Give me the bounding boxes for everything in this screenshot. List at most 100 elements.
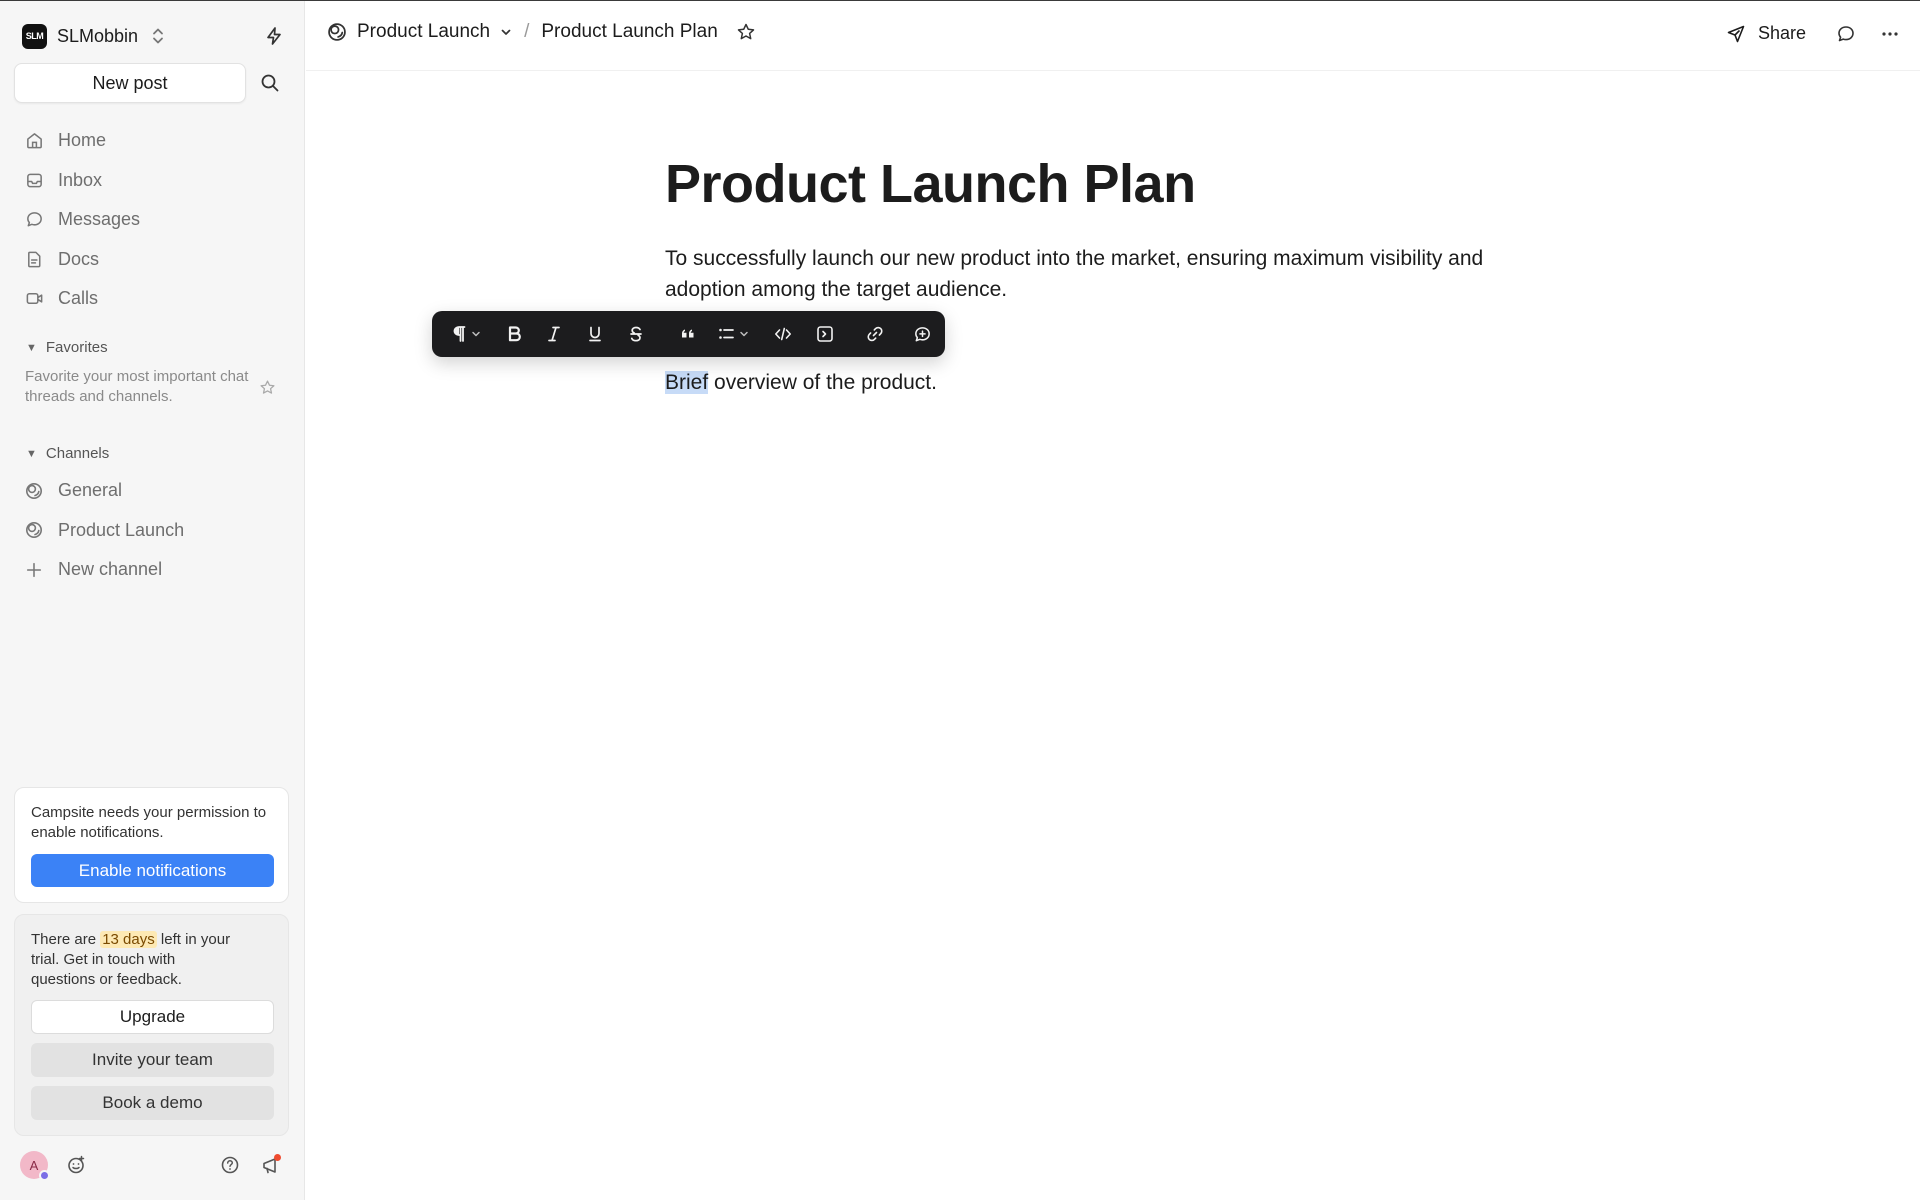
strikethrough-button[interactable] bbox=[616, 311, 656, 357]
code-block-icon bbox=[816, 325, 834, 343]
document-paragraph-selected[interactable]: Brief overview of the product. bbox=[665, 367, 937, 398]
nav-item-docs[interactable]: Docs bbox=[24, 240, 286, 280]
star-icon bbox=[259, 379, 276, 396]
caret-down-icon: ▼ bbox=[26, 341, 37, 354]
lightning-icon[interactable] bbox=[264, 26, 284, 46]
nav-item-messages[interactable]: Messages bbox=[24, 200, 286, 240]
link-button[interactable] bbox=[851, 311, 899, 357]
add-comment-button[interactable] bbox=[899, 311, 945, 357]
book-demo-button[interactable]: Book a demo bbox=[31, 1086, 274, 1120]
message-icon bbox=[24, 210, 44, 230]
top-bar: Product Launch / Product Launch Plan Sha… bbox=[306, 1, 1920, 71]
new-post-row: New post bbox=[14, 63, 284, 103]
caret-down-icon: ▼ bbox=[26, 447, 37, 460]
favorites-empty-text: Favorite your most important chat thread… bbox=[25, 368, 249, 405]
new-post-button[interactable]: New post bbox=[14, 63, 246, 103]
channel-item-label: General bbox=[58, 480, 123, 501]
nav-item-label: Docs bbox=[58, 248, 100, 269]
bold-icon bbox=[506, 325, 522, 343]
trial-card: There are 13 days left in your trial. Ge… bbox=[14, 914, 289, 1136]
inbox-icon bbox=[24, 170, 44, 190]
upgrade-button[interactable]: Upgrade bbox=[31, 1000, 274, 1034]
code-block-button[interactable] bbox=[805, 311, 845, 357]
workspace-switcher[interactable]: SLM SLMobbin bbox=[22, 21, 284, 51]
favorites-heading[interactable]: ▼ Favorites bbox=[26, 339, 108, 356]
italic-icon bbox=[546, 325, 562, 343]
comment-plus-icon bbox=[913, 325, 932, 344]
emoji-status-icon[interactable] bbox=[66, 1155, 86, 1175]
nav-item-label: Home bbox=[58, 130, 107, 151]
document-paragraph[interactable]: To successfully launch our new product i… bbox=[665, 243, 1535, 305]
nav-item-label: Calls bbox=[58, 288, 99, 309]
inline-code-button[interactable] bbox=[761, 311, 805, 357]
chevron-up-down-icon bbox=[152, 27, 164, 45]
chevron-down-icon bbox=[739, 329, 749, 339]
channel-list: General Product Launch New channel bbox=[24, 471, 286, 590]
invite-team-button[interactable]: Invite your team bbox=[31, 1043, 274, 1077]
list-style-button[interactable] bbox=[711, 311, 755, 357]
home-icon bbox=[24, 131, 44, 151]
send-icon bbox=[1726, 24, 1746, 44]
share-label: Share bbox=[1757, 23, 1806, 43]
breadcrumb-separator: / bbox=[524, 21, 530, 42]
code-icon bbox=[774, 325, 792, 343]
nav-item-calls[interactable]: Calls bbox=[24, 279, 286, 319]
video-icon bbox=[24, 289, 44, 309]
channel-item-label: Product Launch bbox=[58, 519, 185, 540]
chevron-down-icon bbox=[471, 329, 481, 339]
breadcrumb-doc[interactable]: Product Launch Plan bbox=[541, 21, 717, 43]
breadcrumb: Product Launch / Product Launch Plan bbox=[326, 21, 756, 43]
notification-permission-card: Campsite needs your permission to enable… bbox=[14, 787, 289, 903]
channels-heading[interactable]: ▼ Channels bbox=[26, 445, 109, 462]
top-actions: Share bbox=[1726, 23, 1900, 44]
underline-button[interactable] bbox=[574, 311, 616, 357]
nav-item-label: Inbox bbox=[58, 169, 103, 190]
strikethrough-icon bbox=[628, 325, 644, 343]
new-channel-label: New channel bbox=[58, 559, 163, 580]
link-icon bbox=[866, 325, 884, 343]
share-button[interactable]: Share bbox=[1726, 23, 1806, 44]
nav-item-home[interactable]: Home bbox=[24, 121, 286, 161]
sidebar: SLM SLMobbin New post Home Inbox Message… bbox=[0, 1, 305, 1200]
chevron-down-icon[interactable] bbox=[500, 26, 512, 38]
favorites-heading-label: Favorites bbox=[45, 339, 108, 356]
trial-text-before: There are bbox=[31, 931, 101, 948]
enable-notifications-button[interactable]: Enable notifications bbox=[31, 854, 274, 887]
nav-item-inbox[interactable]: Inbox bbox=[24, 161, 286, 201]
breadcrumb-channel[interactable]: Product Launch bbox=[357, 21, 490, 43]
channel-icon bbox=[24, 481, 44, 501]
sidebar-footer: A bbox=[20, 1151, 285, 1181]
italic-button[interactable] bbox=[534, 311, 574, 357]
avatar-status-badge bbox=[39, 1170, 50, 1181]
more-options-icon[interactable] bbox=[1880, 24, 1900, 44]
notification-permission-text: Campsite needs your permission to enable… bbox=[31, 804, 267, 841]
doc-icon bbox=[24, 249, 44, 269]
notification-dot bbox=[274, 1154, 281, 1161]
comment-icon[interactable] bbox=[1836, 24, 1856, 44]
help-icon[interactable] bbox=[220, 1155, 240, 1175]
channels-heading-label: Channels bbox=[45, 445, 110, 462]
quote-button[interactable] bbox=[664, 311, 712, 357]
workspace-name: SLMobbin bbox=[57, 25, 139, 46]
document-title[interactable]: Product Launch Plan bbox=[665, 151, 1535, 217]
favorite-star-icon[interactable] bbox=[736, 22, 756, 42]
list-icon bbox=[717, 325, 735, 343]
underline-icon bbox=[587, 325, 603, 343]
search-icon[interactable] bbox=[260, 73, 280, 93]
plus-icon bbox=[24, 560, 44, 580]
workspace-logo: SLM bbox=[22, 23, 47, 49]
bold-button[interactable] bbox=[494, 311, 534, 357]
quote-icon bbox=[679, 325, 697, 343]
main-nav: Home Inbox Messages Docs Calls bbox=[24, 121, 286, 319]
document-paragraph-rest: overview of the product. bbox=[708, 371, 937, 394]
document-body: Product Launch Plan To successfully laun… bbox=[665, 151, 1535, 305]
channel-item-general[interactable]: General bbox=[24, 471, 286, 511]
trial-days-badge: 13 days bbox=[100, 931, 157, 948]
paragraph-style-button[interactable] bbox=[446, 311, 486, 357]
trial-text: There are 13 days left in your trial. Ge… bbox=[31, 930, 241, 990]
text-selection: Brief bbox=[665, 371, 709, 394]
nav-item-label: Messages bbox=[58, 209, 141, 230]
channel-icon bbox=[24, 520, 44, 540]
channel-item-product-launch[interactable]: Product Launch bbox=[24, 511, 286, 551]
new-channel-button[interactable]: New channel bbox=[24, 550, 286, 590]
